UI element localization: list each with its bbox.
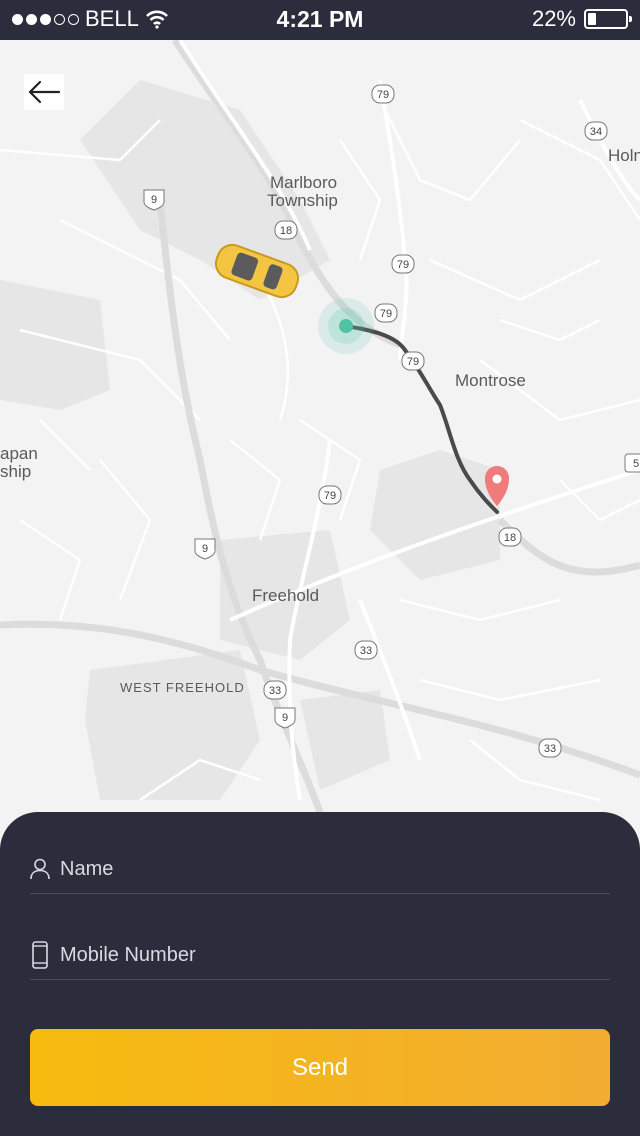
back-button[interactable] — [24, 74, 64, 110]
name-field[interactable]: Name — [30, 845, 610, 894]
place-label: Marlboro — [270, 173, 337, 192]
route-shield: 33 — [269, 685, 281, 697]
place-label: Township — [267, 191, 338, 210]
route-shield: 18 — [280, 225, 292, 237]
route-shield: 33 — [544, 743, 556, 755]
route-shield: 9 — [151, 194, 157, 206]
route-shield: 33 — [360, 645, 372, 657]
mobile-number-field[interactable]: Mobile Number — [30, 931, 610, 980]
route-shield: 79 — [324, 490, 336, 502]
status-bar: BELL 4:21 PM 22% — [0, 0, 640, 40]
status-right: 22% — [531, 6, 632, 32]
battery-percent: 22% — [531, 6, 576, 31]
route-shield: 9 — [202, 543, 208, 555]
name-placeholder: Name — [60, 857, 114, 880]
route-shield: 9 — [282, 712, 288, 724]
route-shield: 18 — [504, 532, 516, 544]
place-label: Montrose — [455, 371, 526, 390]
mobile-phone-icon — [32, 941, 48, 969]
origin-marker — [318, 298, 374, 354]
battery-icon — [584, 9, 632, 29]
map-view[interactable]: Marlboro Township Montrose Freehold WEST… — [0, 40, 640, 840]
place-label: Freehold — [252, 586, 319, 605]
mobile-number-placeholder: Mobile Number — [60, 943, 196, 966]
route-shield: 79 — [380, 308, 392, 320]
user-icon — [30, 858, 50, 880]
route-shield: 79 — [397, 259, 409, 271]
route-shield: 79 — [377, 89, 389, 101]
place-label: apan — [0, 444, 38, 463]
place-label: Holn — [608, 146, 640, 165]
booking-form-sheet: Name Mobile Number Send — [0, 812, 640, 1136]
route-shield: 79 — [407, 356, 419, 368]
arrow-left-icon — [28, 80, 61, 104]
place-label: WEST FREEHOLD — [120, 680, 245, 695]
route-shield: 34 — [590, 126, 602, 138]
place-label: ship — [0, 462, 31, 481]
send-button[interactable]: Send — [30, 1029, 610, 1106]
route-shield: 5 — [633, 458, 639, 470]
